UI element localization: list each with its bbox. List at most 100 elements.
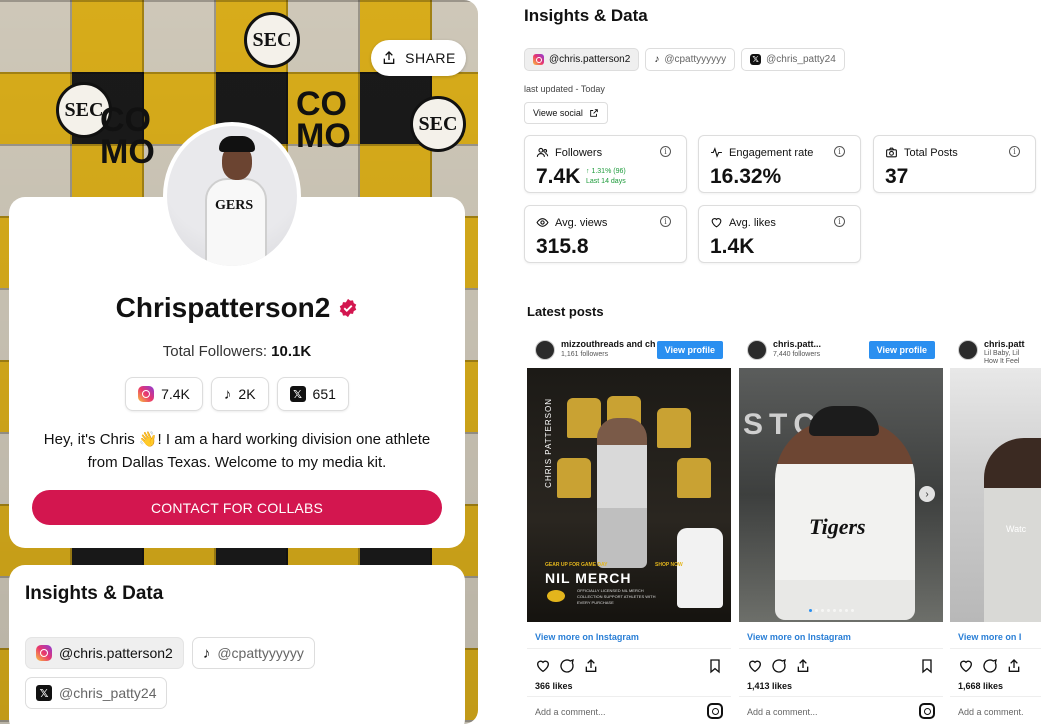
post-image[interactable]: Watc bbox=[950, 368, 1041, 622]
x-icon: 𝕏 bbox=[36, 685, 52, 701]
social-counts: 7.4K ♪ 2K 𝕏 651 bbox=[9, 377, 465, 411]
comment-input[interactable]: Add a comment... bbox=[747, 707, 818, 717]
post-card: chris.patt Lil Baby, Lil How It Feel Wat… bbox=[950, 332, 1041, 724]
stat-value: 37 bbox=[885, 165, 909, 188]
verified-badge-icon bbox=[340, 298, 357, 318]
camera-icon bbox=[886, 147, 897, 158]
view-more-link[interactable]: View more on Instagram bbox=[747, 632, 851, 642]
page-title: Insights & Data bbox=[524, 6, 648, 25]
post-image[interactable]: STC ® Tigers › bbox=[739, 368, 943, 622]
users-icon bbox=[536, 147, 549, 157]
total-followers-value: 10.1K bbox=[271, 343, 312, 360]
view-more-link[interactable]: View more on I bbox=[958, 632, 1021, 642]
tab-x-handle[interactable]: 𝕏 @chris_patty24 bbox=[741, 48, 845, 71]
stat-avg-likes: Avg. likes i 1.4K bbox=[698, 205, 861, 263]
bookmark-icon[interactable] bbox=[707, 658, 723, 674]
post-image[interactable]: CHRIS PATTERSON GEAR UP FOR GAME DAY SHO… bbox=[527, 368, 731, 622]
stat-value: 1.4K bbox=[710, 235, 755, 258]
comment-icon[interactable] bbox=[982, 658, 998, 674]
post-actions bbox=[535, 658, 599, 674]
info-icon[interactable]: i bbox=[660, 146, 671, 157]
stat-engagement-rate: Engagement rate i 16.32% bbox=[698, 135, 861, 193]
tiktok-icon: ♪ bbox=[202, 644, 211, 662]
total-followers: Total Followers: 10.1K bbox=[162, 343, 312, 360]
post-likes: 366 likes bbox=[535, 681, 573, 691]
instagram-icon bbox=[138, 386, 155, 402]
sec-logo: SEC bbox=[410, 96, 466, 152]
bookmark-icon[interactable] bbox=[919, 658, 935, 674]
insights-card: Insights & Data @chris.patterson2 ♪ @cpa… bbox=[9, 565, 465, 724]
stat-value: 7.4K bbox=[536, 165, 581, 188]
share-button[interactable]: SHARE bbox=[371, 40, 466, 76]
tab-tiktok-handle[interactable]: ♪ @cpattyyyyyy bbox=[191, 637, 315, 669]
handle-tabs: @chris.patterson2 ♪ @cpattyyyyyy 𝕏 @chri… bbox=[25, 637, 445, 709]
post-card: mizzouthreads and ch 1,161 followers Vie… bbox=[527, 332, 731, 724]
x-count-pill[interactable]: 𝕏 651 bbox=[276, 377, 349, 411]
heart-icon[interactable] bbox=[958, 658, 974, 674]
avatar[interactable] bbox=[535, 340, 555, 360]
comment-icon[interactable] bbox=[771, 658, 787, 674]
info-icon[interactable]: i bbox=[1009, 146, 1020, 157]
avatar[interactable] bbox=[958, 340, 978, 360]
share-icon[interactable] bbox=[583, 658, 599, 674]
view-more-link[interactable]: View more on Instagram bbox=[535, 632, 639, 642]
comment-input[interactable]: Add a comment. bbox=[958, 707, 1024, 717]
post-account[interactable]: mizzouthreads and ch bbox=[561, 339, 656, 349]
instagram-count-pill[interactable]: 7.4K bbox=[125, 377, 203, 411]
insights-panel: Insights & Data @chris.patterson2 ♪ @cpa… bbox=[524, 0, 1041, 724]
heart-icon[interactable] bbox=[535, 658, 551, 674]
tab-instagram-handle[interactable]: @chris.patterson2 bbox=[25, 637, 184, 669]
post-card: chris.patt... 7,440 followers View profi… bbox=[739, 332, 943, 724]
info-icon[interactable]: i bbox=[834, 216, 845, 227]
comment-icon[interactable] bbox=[559, 658, 575, 674]
sec-logo: SEC bbox=[244, 12, 300, 68]
x-icon: 𝕏 bbox=[750, 54, 762, 65]
instagram-icon[interactable] bbox=[919, 703, 935, 719]
tab-instagram-handle[interactable]: @chris.patterson2 bbox=[524, 48, 640, 71]
info-icon[interactable]: i bbox=[660, 216, 671, 227]
watch-text: Watc bbox=[1006, 524, 1027, 534]
post-side-text: CHRIS PATTERSON bbox=[544, 398, 553, 488]
stat-followers: Followers i 7.4K ↑ 1.31% (96) Last 14 da… bbox=[524, 135, 687, 193]
stat-value: 315.8 bbox=[536, 235, 589, 258]
post-account[interactable]: chris.patt bbox=[984, 339, 1025, 349]
heart-icon[interactable] bbox=[747, 658, 763, 674]
tiktok-count-pill[interactable]: ♪ 2K bbox=[210, 377, 269, 411]
view-profile-button[interactable]: View profile bbox=[656, 341, 723, 359]
handle-tabs: @chris.patterson2 ♪ @cpattyyyyyy 𝕏 @chri… bbox=[524, 48, 845, 71]
latest-posts-title: Latest posts bbox=[527, 304, 604, 319]
insights-title: Insights & Data bbox=[25, 583, 164, 604]
post-merch-text: NIL MERCH bbox=[545, 570, 632, 586]
share-icon[interactable] bbox=[795, 658, 811, 674]
avatar-jersey-text: GERS bbox=[215, 198, 254, 213]
post-header: mizzouthreads and ch 1,161 followers Vie… bbox=[527, 332, 731, 368]
info-icon[interactable]: i bbox=[834, 146, 845, 157]
media-kit-panel: SEC SEC SEC CO MO CO MO SHARE GERS Chris… bbox=[0, 0, 478, 724]
tab-tiktok-handle[interactable]: ♪ @cpattyyyyyy bbox=[645, 48, 736, 71]
share-label: SHARE bbox=[405, 50, 456, 66]
jersey-text: Tigers bbox=[809, 514, 866, 539]
contact-for-collabs-button[interactable]: CONTACT FOR COLLABS bbox=[32, 490, 442, 525]
view-social-button[interactable]: Viewe social bbox=[524, 102, 608, 124]
heart-icon bbox=[711, 218, 722, 228]
avatar[interactable] bbox=[747, 340, 767, 360]
last-updated: last updated - Today bbox=[524, 84, 605, 94]
stat-value: 16.32% bbox=[710, 165, 782, 188]
share-icon[interactable] bbox=[1006, 658, 1022, 674]
comment-input[interactable]: Add a comment... bbox=[535, 707, 606, 717]
mizzou-logo bbox=[547, 590, 565, 602]
como-logo: CO MO bbox=[296, 85, 351, 155]
instagram-icon[interactable] bbox=[707, 703, 723, 719]
post-actions bbox=[747, 658, 811, 674]
share-icon bbox=[383, 51, 395, 64]
stat-avg-views: Avg. views i 315.8 bbox=[524, 205, 687, 263]
carousel-next-icon[interactable]: › bbox=[919, 486, 935, 502]
post-actions bbox=[958, 658, 1022, 674]
tiktok-icon: ♪ bbox=[654, 54, 660, 65]
tab-x-handle[interactable]: 𝕏 @chris_patty24 bbox=[25, 677, 168, 709]
post-account[interactable]: chris.patt... bbox=[773, 339, 821, 349]
x-icon: 𝕏 bbox=[289, 386, 306, 402]
view-profile-button[interactable]: View profile bbox=[868, 341, 935, 359]
post-followers: 1,161 followers bbox=[561, 351, 609, 358]
post-followers: 7,440 followers bbox=[773, 351, 821, 358]
